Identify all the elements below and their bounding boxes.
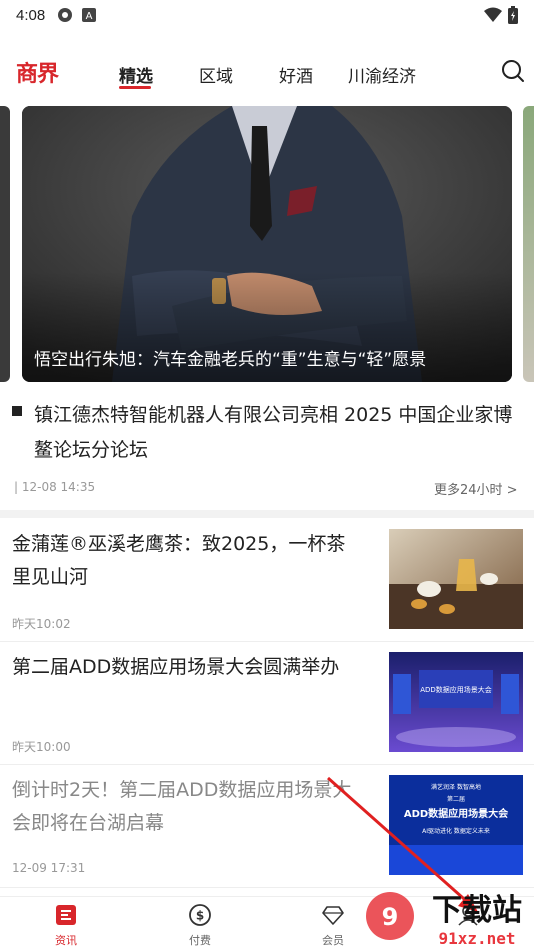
news-thumbnail: ADD数据应用场景大会 — [389, 652, 523, 752]
thumb-text: 第二届 — [447, 795, 465, 803]
thumb-text: 满艺润泽 数智高地 — [431, 783, 481, 791]
headline-timestamp: | 12-08 14:35 — [14, 480, 96, 494]
news-item[interactable]: 倒计时2天！第二届ADD数据应用场景大会即将在台湖启幕 12-09 17:31 … — [0, 764, 534, 888]
thumb-text: ADD数据应用场景大会 — [420, 685, 492, 694]
tab-region[interactable]: 区域 — [199, 62, 233, 87]
news-time: 昨天10:00 — [12, 740, 71, 754]
watermark-url: 91xz.net — [438, 929, 515, 948]
news-item[interactable]: 金蒲莲®巫溪老鹰茶：致2025，一杯茶里见山河 昨天10:02 — [0, 518, 534, 642]
status-bar: 4:08 A — [0, 0, 534, 30]
tab-liquor[interactable]: 好酒 — [279, 62, 313, 87]
carousel-next-slide[interactable] — [523, 106, 534, 382]
wifi-icon — [484, 7, 502, 22]
dollar-icon: $ — [189, 904, 211, 926]
app-a-icon: A — [82, 8, 97, 22]
nav-label: 会员 — [322, 934, 344, 947]
more-24h-link[interactable]: 更多24小时 > — [434, 479, 518, 498]
news-thumbnail — [389, 529, 523, 629]
thumb-text: ADD数据应用场景大会 — [404, 807, 508, 820]
news-title[interactable]: 倒计时2天！第二届ADD数据应用场景大会即将在台湖启幕 — [12, 774, 362, 840]
headline-bullet — [12, 406, 22, 416]
section-divider — [0, 510, 534, 518]
app-logo: 商界 — [16, 61, 59, 87]
svg-text:A: A — [86, 11, 93, 22]
watermark-logo: 9 下载站 91xz.net — [366, 892, 522, 948]
diamond-icon — [322, 906, 344, 925]
carousel-caption: 悟空出行朱旭：汽车金融老兵的“重”生意与“轻”愿景 — [34, 350, 427, 370]
carousel-slide-photo — [22, 106, 512, 382]
nav-label: 资讯 — [55, 934, 77, 947]
news-icon — [56, 905, 76, 925]
featured-carousel[interactable]: 悟空出行朱旭：汽车金融老兵的“重”生意与“轻”愿景 — [0, 106, 534, 382]
top-headline[interactable]: 镇江德杰特智能机器人有限公司亮相 2025 中国企业家博鳌论坛分论坛 — [12, 398, 524, 468]
news-item[interactable]: 第二届ADD数据应用场景大会圆满举办 昨天10:00 ADD数据应用场景大会 — [0, 641, 534, 765]
carousel-slide[interactable]: 悟空出行朱旭：汽车金融老兵的“重”生意与“轻”愿景 — [22, 106, 512, 382]
app-notification-icon — [58, 8, 73, 22]
battery-icon — [508, 6, 518, 24]
nav-label: 付费 — [189, 934, 211, 947]
status-time: 4:08 — [16, 6, 46, 24]
tab-featured[interactable]: 精选 — [119, 62, 153, 87]
news-title[interactable]: 金蒲莲®巫溪老鹰茶：致2025，一杯茶里见山河 — [12, 528, 362, 594]
nav-paid[interactable]: $ 付费 — [170, 903, 230, 948]
search-icon[interactable] — [500, 58, 526, 84]
news-thumbnail: 满艺润泽 数智高地 第二届 ADD数据应用场景大会 AI驱动进化 数据定义未来 — [389, 775, 523, 875]
top-header: 商界 精选 区域 好酒 川渝经济 — [0, 46, 534, 102]
active-tab-indicator — [119, 86, 151, 89]
site-watermark: 9 下载站 91xz.net — [362, 880, 534, 950]
watermark-brand: 下载站 — [432, 893, 522, 928]
svg-text:$: $ — [196, 909, 204, 923]
nav-news[interactable]: 资讯 — [36, 903, 96, 948]
news-time: 12-09 17:31 — [12, 861, 86, 875]
carousel-prev-slide[interactable] — [0, 106, 10, 382]
nav-member[interactable]: 会员 — [303, 903, 363, 948]
tab-chuanyu-economy[interactable]: 川渝经济 — [348, 62, 416, 87]
svg-text:9: 9 — [382, 903, 399, 931]
news-time: 昨天10:02 — [12, 617, 71, 631]
thumb-text: AI驱动进化 数据定义未来 — [422, 827, 490, 835]
news-title[interactable]: 第二届ADD数据应用场景大会圆满举办 — [12, 651, 362, 684]
headline-title[interactable]: 镇江德杰特智能机器人有限公司亮相 2025 中国企业家博鳌论坛分论坛 — [34, 398, 524, 468]
